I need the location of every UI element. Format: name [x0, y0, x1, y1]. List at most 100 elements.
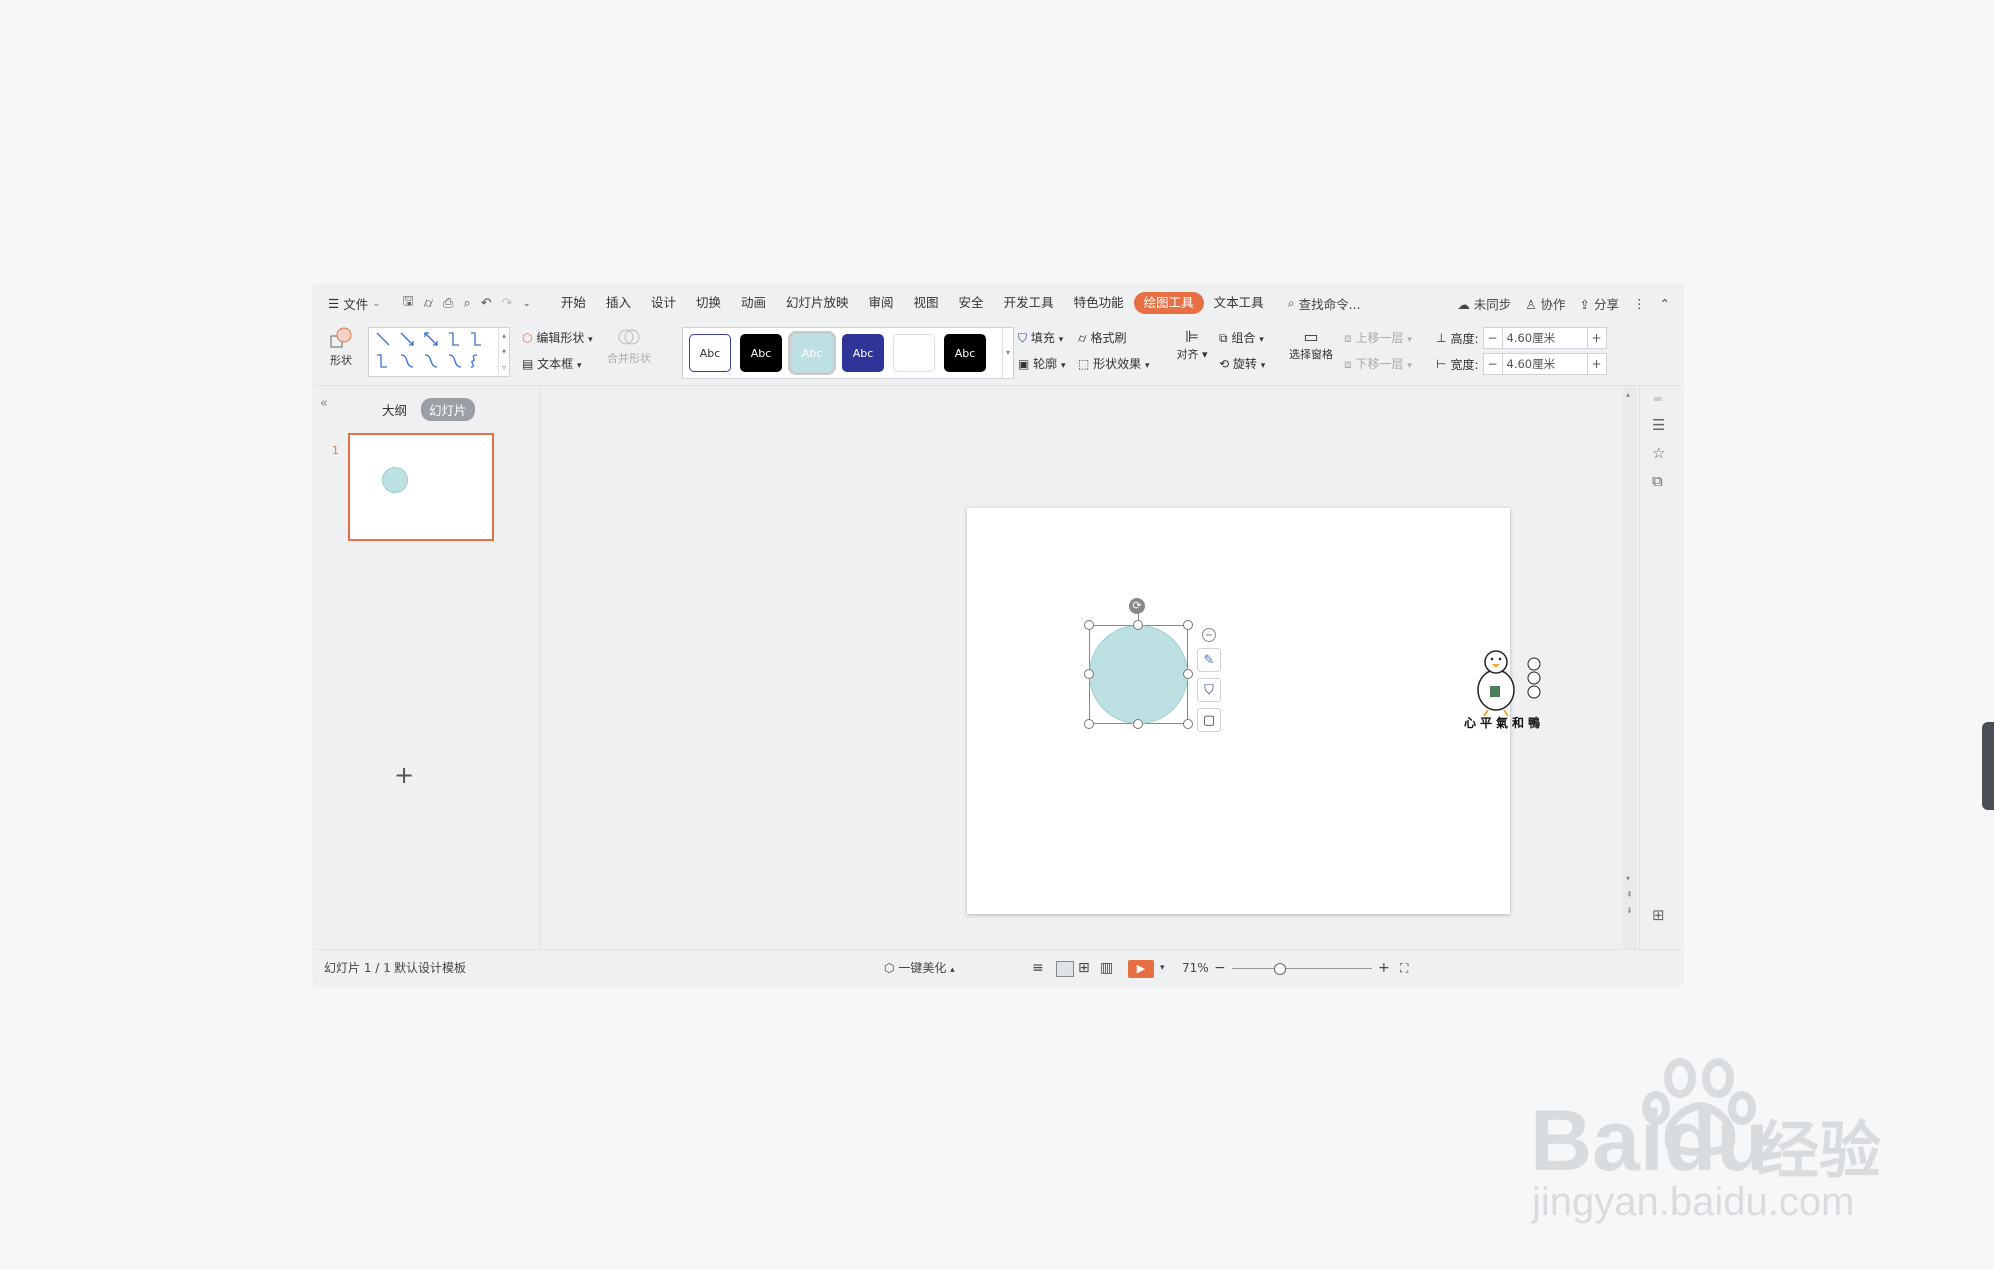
float-style-button[interactable]: ✎ [1197, 648, 1221, 672]
resize-handle-e[interactable] [1183, 669, 1193, 679]
resize-handle-sw[interactable] [1084, 719, 1094, 729]
undo-icon[interactable]: ↶ [481, 296, 492, 311]
shape-effect-button[interactable]: ⬚ 形状效果 ▾ [1078, 355, 1150, 372]
tab-transition[interactable]: 切换 [686, 292, 731, 314]
style-swatch-black-2[interactable]: Abc [944, 334, 986, 372]
resize-handle-w[interactable] [1084, 669, 1094, 679]
collab-button[interactable]: ♙ 协作 [1525, 294, 1565, 313]
height-decrease-button[interactable]: − [1484, 331, 1502, 345]
properties-icon[interactable]: ☰ [1652, 416, 1665, 434]
zoom-out-icon[interactable]: − [1214, 950, 1226, 986]
width-decrease-button[interactable]: − [1484, 357, 1502, 371]
tab-developer[interactable]: 开发工具 [994, 292, 1064, 314]
tab-outline[interactable]: 大纲 [374, 398, 415, 421]
style-swatch-black[interactable]: Abc [740, 334, 782, 372]
shape-gallery[interactable]: ▴ ▾ ▿ [368, 327, 510, 377]
side-widget[interactable] [1982, 722, 1994, 810]
resize-handle-s[interactable] [1133, 719, 1143, 729]
zoom-in-icon[interactable]: + [1378, 950, 1390, 986]
circle-shape[interactable] [1089, 625, 1188, 724]
scroll-up-icon[interactable]: ▴ [1626, 390, 1630, 399]
style-swatch-teal[interactable]: Abc [788, 331, 836, 375]
command-search[interactable]: ⌕ 查找命令... [1288, 294, 1361, 313]
template-name[interactable]: 默认设计模板 [394, 950, 466, 986]
sync-button[interactable]: ☁ 未同步 [1457, 294, 1511, 313]
width-increase-button[interactable]: + [1588, 357, 1606, 371]
textbox-button[interactable]: ▤ 文本框 ▾ [522, 355, 582, 372]
fill-button[interactable]: ⛉ 填充 ▾ [1018, 329, 1063, 346]
tab-review[interactable]: 审阅 [859, 292, 904, 314]
resize-handle-ne[interactable] [1183, 620, 1193, 630]
resize-handle-se[interactable] [1183, 719, 1193, 729]
sorter-view-icon[interactable]: ⊞ [1078, 950, 1090, 986]
style-swatch-outline[interactable]: Abc [689, 334, 731, 372]
gallery-scroll[interactable]: ▴ ▾ ▿ [498, 328, 509, 376]
redo-icon[interactable]: ↷ [502, 296, 513, 311]
play-button[interactable]: ▶ [1128, 950, 1154, 986]
share-button[interactable]: ⇪ 分享 [1580, 294, 1619, 313]
zoom-slider-thumb[interactable] [1274, 963, 1286, 975]
add-slide-button[interactable]: + [394, 761, 414, 789]
tab-slideshow[interactable]: 幻灯片放映 [776, 292, 859, 314]
format-painter-button[interactable]: ⌭ 格式刷 [1078, 329, 1126, 346]
tab-drawing-tools[interactable]: 绘图工具 [1133, 292, 1204, 314]
animation-icon[interactable]: ☆ [1652, 444, 1665, 462]
scroll-down-icon[interactable]: ▾ [1626, 874, 1630, 883]
notes-icon[interactable]: ≡ [1032, 950, 1044, 986]
style-gallery-more[interactable]: ▾ [1002, 328, 1013, 378]
print-preview-icon[interactable]: ⌕ [463, 296, 470, 311]
next-slide-icon[interactable]: ⇟ [1626, 906, 1633, 915]
rotate-button[interactable]: ⟲ 旋转 ▾ [1219, 355, 1265, 372]
normal-view-icon[interactable] [1056, 950, 1074, 986]
outline-button[interactable]: ▣ 轮廓 ▾ [1018, 355, 1066, 372]
style-swatch-white[interactable] [893, 334, 935, 372]
reading-view-icon[interactable]: ▥ [1100, 950, 1113, 986]
tab-design[interactable]: 设计 [641, 292, 686, 314]
tab-slides[interactable]: 幻灯片 [421, 398, 475, 421]
slide-canvas[interactable]: ⟳ − ✎ ⛉ ▢ [967, 508, 1510, 914]
zoom-level[interactable]: 71% [1182, 950, 1209, 986]
align-button[interactable]: ⊫ 对齐 ▾ [1174, 327, 1210, 362]
collapse-ribbon-icon[interactable]: ⌃ [1660, 296, 1670, 311]
collapse-right-icon[interactable]: ═ [1654, 392, 1661, 406]
edit-shape-button[interactable]: ⬡ 编辑形状 ▾ [522, 329, 593, 346]
style-swatch-navy[interactable]: Abc [842, 334, 884, 372]
prev-slide-icon[interactable]: ⇞ [1626, 890, 1633, 899]
shape-button[interactable]: 形状 [324, 327, 358, 368]
collapse-float-icon[interactable]: − [1202, 628, 1216, 642]
print-icon[interactable]: ⎙ [443, 296, 453, 311]
play-dropdown-icon[interactable]: ▾ [1160, 950, 1165, 986]
more-icon[interactable]: ⋮ [1633, 296, 1646, 311]
file-menu[interactable]: ☰ 文件 ⌄ [328, 294, 381, 313]
tab-animation[interactable]: 动画 [731, 292, 776, 314]
zoom-slider[interactable] [1232, 950, 1372, 986]
height-input[interactable]: 4.60厘米 [1501, 328, 1588, 348]
selection-pane-button[interactable]: ▭ 选择窗格 [1286, 327, 1336, 362]
collapse-panel-icon[interactable]: « [320, 396, 328, 411]
merge-shape-button[interactable]: 合并形状 [599, 327, 659, 366]
copy-format-icon[interactable]: ⧉ [1652, 472, 1663, 490]
customize-icon[interactable]: ⌄ [523, 298, 531, 309]
grid-icon[interactable]: ⊞ [1652, 906, 1665, 924]
float-outline-button[interactable]: ▢ [1197, 708, 1221, 732]
send-backward-button[interactable]: ⧈ 下移一层 ▾ [1344, 355, 1412, 372]
width-input[interactable]: 4.60厘米 [1501, 354, 1588, 374]
rotate-handle[interactable]: ⟳ [1129, 598, 1145, 614]
tab-home[interactable]: 开始 [551, 292, 596, 314]
tab-view[interactable]: 视图 [904, 292, 949, 314]
bring-forward-button[interactable]: ⧈ 上移一层 ▾ [1344, 329, 1412, 346]
save-icon[interactable]: 🖫 [403, 292, 414, 314]
tab-features[interactable]: 特色功能 [1064, 292, 1134, 314]
format-painter-icon[interactable]: ⌭ [424, 296, 433, 311]
tab-text-tools[interactable]: 文本工具 [1204, 292, 1274, 314]
height-increase-button[interactable]: + [1588, 331, 1606, 345]
resize-handle-nw[interactable] [1084, 620, 1094, 630]
tab-insert[interactable]: 插入 [596, 292, 641, 314]
slide-thumbnail[interactable] [348, 433, 494, 541]
group-button[interactable]: ⧉ 组合 ▾ [1219, 329, 1264, 346]
float-fill-button[interactable]: ⛉ [1197, 678, 1221, 702]
vertical-scrollbar[interactable]: ▴ ▾ ⇞ ⇟ [1623, 386, 1637, 949]
fit-window-icon[interactable]: ⛶ [1400, 950, 1408, 986]
beautify-button[interactable]: ⬡ 一键美化 ▴ [884, 950, 955, 986]
resize-handle-n[interactable] [1133, 620, 1143, 630]
